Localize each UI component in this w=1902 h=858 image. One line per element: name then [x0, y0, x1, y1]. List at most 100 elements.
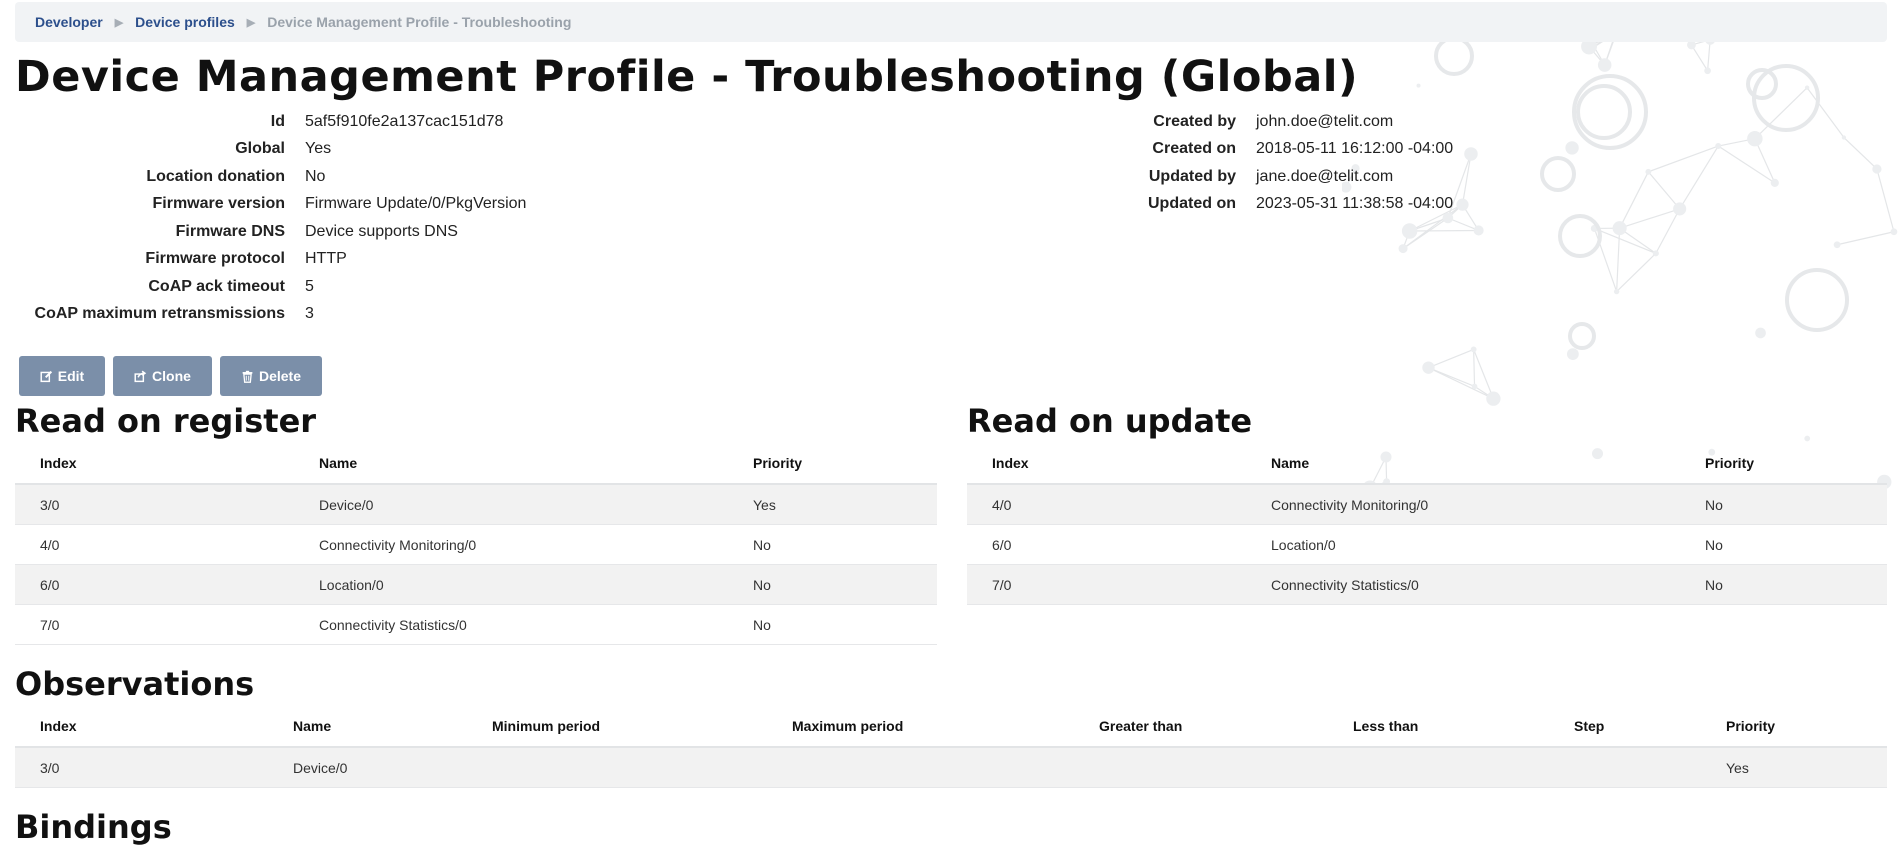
column-header[interactable]: Minimum period [467, 706, 767, 748]
property-row: CoAP maximum retransmissions 3 [15, 301, 526, 329]
edit-button[interactable]: Edit [19, 356, 105, 396]
table-cell: Connectivity Statistics/0 [1246, 564, 1680, 605]
read-on-update-heading: Read on update [967, 402, 1253, 440]
property-value: john.doe@telit.com [1256, 112, 1394, 130]
table-cell: 7/0 [15, 604, 294, 645]
table-row[interactable]: 6/0 Location/0 No [15, 564, 937, 605]
column-header[interactable]: Index [15, 443, 294, 485]
column-header[interactable]: Index [15, 706, 268, 748]
table-cell: Device/0 [268, 747, 467, 788]
delete-button[interactable]: Delete [220, 356, 322, 396]
table-cell: No [728, 604, 937, 645]
property-value: Device supports DNS [305, 222, 458, 240]
property-label: CoAP ack timeout [148, 277, 285, 295]
table-row[interactable]: 4/0 Connectivity Monitoring/0 No [967, 484, 1887, 525]
column-header[interactable]: Greater than [1074, 706, 1328, 748]
observations-heading: Observations [15, 665, 255, 703]
property-row: Firmware DNS Device supports DNS [15, 218, 526, 246]
property-label: Id [270, 112, 285, 130]
property-row: Global Yes [15, 136, 526, 164]
breadcrumb-separator-icon: ▶ [246, 16, 256, 29]
column-header[interactable]: Maximum period [767, 706, 1074, 748]
table-cell [767, 747, 1074, 788]
table-row[interactable]: 3/0 Device/0 Yes [15, 484, 937, 525]
property-value: 3 [305, 305, 314, 323]
column-header[interactable]: Priority [1680, 443, 1887, 485]
audit-row: Updated by jane.doe@telit.com [1100, 163, 1453, 191]
action-buttons: Edit Clone Delete [19, 356, 322, 396]
breadcrumb-developer[interactable]: Developer [35, 14, 103, 30]
property-row: Id 5af5f910fe2a137cac151d78 [15, 108, 526, 136]
table-cell: Location/0 [1246, 524, 1680, 565]
property-row: Firmware version Firmware Update/0/PkgVer… [15, 191, 527, 219]
table-cell: No [728, 524, 937, 565]
table-cell [1549, 747, 1701, 788]
page-title: Device Management Profile - Troubleshoot… [15, 52, 1359, 102]
table-cell: Device/0 [294, 484, 728, 525]
clone-button-label: Clone [152, 368, 191, 384]
property-value: HTTP [305, 250, 347, 268]
table-cell: 3/0 [15, 747, 268, 788]
column-header[interactable]: Priority [1701, 706, 1887, 748]
table-row[interactable]: 7/0 Connectivity Statistics/0 No [967, 564, 1887, 605]
property-label: Created by [1153, 112, 1236, 130]
property-row: Firmware protocol HTTP [15, 246, 526, 274]
property-value: Yes [305, 140, 332, 158]
table-cell: Yes [728, 484, 937, 525]
table-cell: 4/0 [967, 484, 1246, 525]
property-label: Global [235, 140, 285, 158]
column-header[interactable]: Name [294, 443, 728, 485]
property-label: Firmware version [152, 195, 286, 213]
table-cell: 4/0 [15, 524, 294, 565]
observations-table: Index Name Minimum period Maximum period Gre… [15, 706, 1887, 788]
breadcrumb-current: Device Management Profile - Troubleshoot… [267, 14, 572, 30]
share-icon [134, 370, 147, 382]
property-label: Updated on [1148, 195, 1236, 213]
table-row[interactable]: 4/0 Connectivity Monitoring/0 No [15, 524, 937, 565]
property-row: Location donation No [15, 163, 526, 191]
table-cell: Connectivity Statistics/0 [294, 604, 728, 645]
column-header[interactable]: Name [268, 706, 467, 748]
read-on-register-heading: Read on register [15, 402, 317, 440]
table-cell: No [1680, 564, 1887, 605]
column-header[interactable]: Name [1246, 443, 1680, 485]
property-label: Firmware protocol [145, 250, 285, 268]
clone-button[interactable]: Clone [113, 356, 212, 396]
column-header[interactable]: Priority [728, 443, 937, 485]
table-cell: No [1680, 524, 1887, 565]
table-cell: No [728, 564, 937, 605]
audit-row: Created by john.doe@telit.com [1100, 108, 1453, 136]
column-header[interactable]: Less than [1328, 706, 1549, 748]
column-header[interactable]: Index [967, 443, 1246, 485]
property-label: Updated by [1148, 167, 1236, 185]
table-cell: Yes [1701, 747, 1887, 788]
edit-button-label: Edit [57, 368, 85, 384]
property-label: Location donation [146, 167, 285, 185]
edit-icon [40, 370, 52, 382]
property-value: 5af5f910fe2a137cac151d78 [305, 112, 504, 130]
table-cell: 3/0 [15, 484, 294, 525]
breadcrumb-separator-icon: ▶ [114, 16, 124, 29]
property-value: 5 [305, 277, 314, 295]
audit-row: Updated on 2023-05-31 11:38:58 -04:00 [1100, 191, 1453, 219]
table-cell: Connectivity Monitoring/0 [294, 524, 728, 565]
table-cell: 6/0 [15, 564, 294, 605]
trash-icon [242, 370, 253, 383]
breadcrumb-device-profiles[interactable]: Device profiles [135, 14, 235, 30]
property-value: Firmware Update/0/PkgVersion [305, 195, 527, 213]
property-label: Created on [1152, 140, 1236, 158]
profile-properties-left: Id 5af5f910fe2a137cac151d78 Global Yes Locat… [15, 108, 527, 329]
table-row[interactable]: 3/0 Device/0 Yes [15, 747, 1887, 788]
property-row: CoAP ack timeout 5 [15, 273, 526, 301]
column-header[interactable]: Step [1549, 706, 1701, 748]
table-cell: Connectivity Monitoring/0 [1246, 484, 1680, 525]
breadcrumb: Developer ▶ Device profiles ▶ Device Man… [15, 2, 1887, 42]
audit-row: Created on 2018-05-11 16:12:00 -04:00 [1100, 136, 1453, 164]
property-value: No [305, 167, 326, 185]
bindings-heading: Bindings [15, 808, 172, 846]
property-value: 2023-05-31 11:38:58 -04:00 [1256, 195, 1454, 213]
table-row[interactable]: 7/0 Connectivity Statistics/0 No [15, 604, 937, 645]
table-row[interactable]: 6/0 Location/0 No [967, 524, 1887, 565]
property-label: CoAP maximum retransmissions [34, 305, 285, 323]
table-cell: No [1680, 484, 1887, 525]
